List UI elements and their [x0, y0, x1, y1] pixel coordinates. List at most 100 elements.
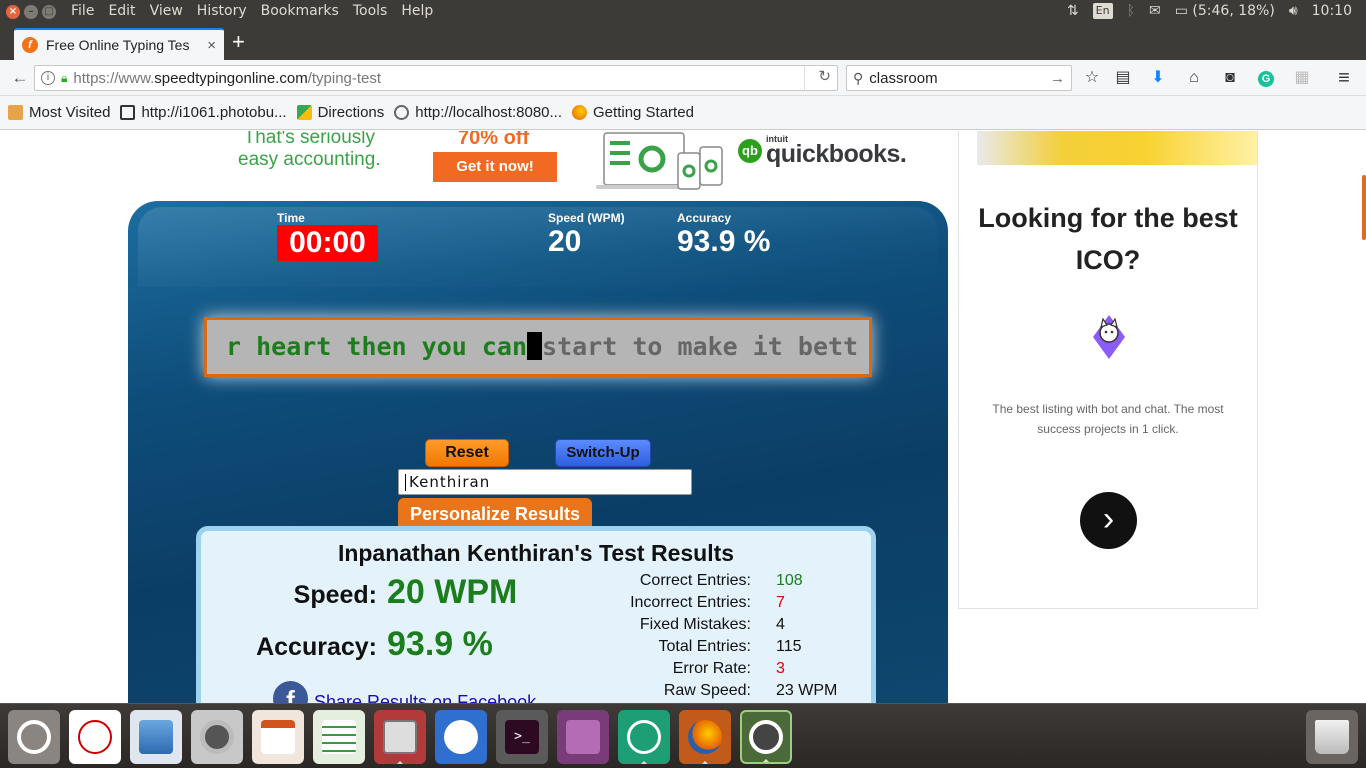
extension-icon[interactable]: ▦ [1292, 68, 1312, 88]
back-button[interactable]: ← [8, 67, 32, 89]
bookmark-most-visited[interactable]: Most Visited [8, 104, 110, 121]
menu-file[interactable]: File [71, 3, 94, 19]
name-input-value: Kenthiran [409, 473, 491, 491]
maximize-window-button[interactable]: □ [42, 5, 56, 19]
minimize-window-button[interactable]: – [24, 5, 38, 19]
running-indicator [701, 761, 709, 764]
impress-icon[interactable] [252, 710, 304, 764]
qb-logo-icon: qb [738, 139, 762, 163]
ubuntu-dash-icon[interactable] [8, 710, 60, 764]
bookmark-getting-started[interactable]: Getting Started [572, 104, 694, 121]
reload-icon[interactable]: ↻ [818, 67, 831, 85]
share-facebook[interactable]: f Share Results on Facebook [273, 681, 536, 703]
typing-text-box[interactable]: r heart then you can start to make it bet… [204, 317, 872, 377]
search-icon: ⚲ [853, 69, 864, 86]
url-path: /typing-test [307, 69, 382, 87]
home-icon[interactable]: ⌂ [1184, 68, 1204, 88]
accuracy-value: 93.9 % [677, 225, 771, 258]
firefox-icon [572, 105, 588, 120]
bookmark-star-icon[interactable]: ☆ [1082, 68, 1102, 88]
ad-cta-button[interactable]: Get it now! [433, 152, 557, 182]
detail-value: 108 [776, 572, 803, 589]
page-scrollbar[interactable] [1362, 175, 1366, 240]
facebook-icon[interactable]: f [273, 681, 308, 703]
bookmark-localhost[interactable]: http://localhost:8080... [394, 104, 562, 121]
qb-wordmark: intuit quickbooks. [766, 135, 907, 167]
bookmark-directions[interactable]: Directions [296, 104, 385, 121]
camera-app-icon[interactable] [191, 710, 243, 764]
image-viewer-icon[interactable] [130, 710, 182, 764]
bookmark-label: http://i1061.photobu... [141, 104, 287, 121]
battery-indicator[interactable]: ▭ (5:46, 18%) [1175, 3, 1275, 19]
close-window-button[interactable]: × [6, 5, 20, 19]
menu-history[interactable]: History [197, 3, 247, 19]
terminal-icon[interactable]: >_ [496, 710, 548, 764]
ad-top-image [977, 131, 1257, 165]
software-updater-icon[interactable] [740, 710, 792, 764]
pocket-icon[interactable]: ◙ [1220, 68, 1240, 88]
menu-tools[interactable]: Tools [353, 3, 388, 19]
ad-tagline: That's seriously easy accounting. [238, 131, 381, 171]
detail-label: Incorrect Entries: [630, 594, 751, 611]
speed-label: Speed (WPM) [548, 211, 625, 225]
bookmark-photobucket[interactable]: http://i1061.photobu... [120, 104, 287, 121]
tab-typing-test[interactable]: f Free Online Typing Tes × [14, 28, 224, 60]
trash-icon[interactable] [1306, 710, 1358, 764]
speed-value: 20 [548, 225, 582, 258]
reset-button[interactable]: Reset [425, 439, 509, 467]
switch-up-button[interactable]: Switch-Up [555, 439, 651, 467]
system-top-panel: × – □ File Edit View History Bookmarks T… [0, 0, 1366, 24]
ico-side-ad[interactable]: Looking for the best ICO? The best listi… [958, 131, 1258, 609]
keyboard-layout-indicator[interactable]: En [1092, 3, 1113, 19]
typed-text: r heart then you can [226, 332, 528, 361]
quickbooks-banner-ad[interactable]: That's seriously easy accounting. 70% of… [230, 131, 930, 195]
search-go-icon[interactable]: → [1050, 70, 1065, 87]
menu-edit[interactable]: Edit [108, 3, 135, 19]
site-favicon-icon: f [22, 37, 38, 53]
detail-incorrect-entries: Incorrect Entries: 7 [581, 594, 881, 616]
search-bar[interactable]: ⚲ classroom → [846, 65, 1072, 91]
detail-value: 115 [776, 638, 802, 655]
detail-raw-speed: Raw Speed: 23 WPM [581, 682, 881, 703]
url-scheme: https://www. [73, 69, 155, 87]
results-speed-value: 20 WPM [387, 573, 518, 611]
file-manager-icon[interactable] [374, 710, 426, 764]
document-viewer-icon[interactable] [69, 710, 121, 764]
menu-view[interactable]: View [150, 3, 183, 19]
clock[interactable]: 10:10 [1312, 3, 1352, 19]
firefox-launcher-icon[interactable] [679, 710, 731, 764]
menu-help[interactable]: Help [401, 3, 433, 19]
network-transfer-icon[interactable]: ⇅ [1067, 3, 1079, 19]
tab-close-icon[interactable]: × [207, 37, 216, 54]
detail-value: 4 [776, 616, 785, 633]
menu-bookmarks[interactable]: Bookmarks [261, 3, 339, 19]
ad-tagline-line2: easy accounting. [238, 149, 381, 170]
battery-icon: ▭ [1174, 3, 1188, 19]
site-info-icon[interactable]: i [41, 71, 55, 85]
typing-cursor [527, 332, 543, 360]
lock-icon[interactable]: 🔒︎ [61, 71, 67, 86]
ad-next-arrow-icon[interactable]: › [1080, 492, 1137, 549]
results-title: Inpanathan Kenthiran's Test Results [337, 540, 735, 566]
bookmark-label: Most Visited [29, 104, 111, 121]
reading-list-icon[interactable]: ▤ [1113, 68, 1133, 88]
workspace-switcher-icon[interactable] [557, 710, 609, 764]
atom-editor-icon[interactable] [618, 710, 670, 764]
mail-icon[interactable]: ✉ [1149, 3, 1161, 19]
bookmark-label: Directions [317, 104, 385, 121]
new-tab-button[interactable]: + [232, 30, 245, 54]
compass-browser-icon[interactable] [435, 710, 487, 764]
detail-fixed-mistakes: Fixed Mistakes: 4 [581, 616, 881, 638]
volume-icon[interactable]: 🔊︎ [1289, 3, 1298, 19]
name-input[interactable]: Kenthiran [398, 469, 692, 495]
hamburger-menu-icon[interactable]: ≡ [1334, 68, 1354, 88]
url-divider [804, 66, 805, 90]
calc-icon[interactable] [313, 710, 365, 764]
share-facebook-link[interactable]: Share Results on Facebook [314, 692, 536, 703]
bluetooth-icon[interactable]: ᛒ [1127, 3, 1135, 19]
downloads-icon[interactable]: ⬇ [1148, 68, 1168, 88]
ad-title: Looking for the best ICO? [978, 203, 1238, 275]
detail-value: 3 [776, 660, 785, 677]
url-bar[interactable]: i 🔒︎ https://www. speedtypingonline.com/t… [34, 65, 838, 91]
grammarly-icon[interactable]: G [1256, 68, 1276, 88]
